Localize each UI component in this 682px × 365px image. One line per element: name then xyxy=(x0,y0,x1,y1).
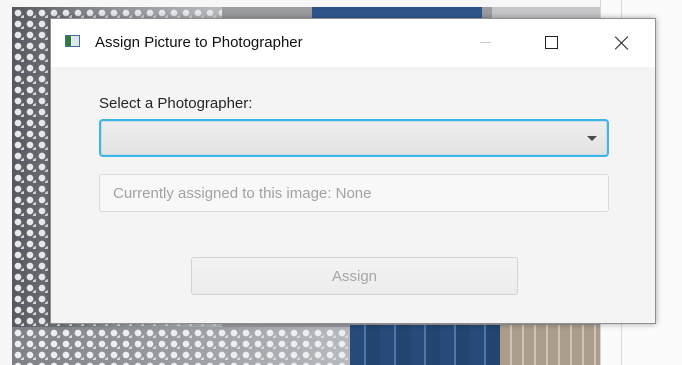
desktop: Assign Picture to Photographer Select a … xyxy=(0,0,682,365)
assign-dialog: Assign Picture to Photographer Select a … xyxy=(50,18,656,324)
window-title: Assign Picture to Photographer xyxy=(95,34,303,51)
background-glass-building xyxy=(350,325,500,365)
close-button[interactable] xyxy=(599,19,645,67)
title-bar[interactable]: Assign Picture to Photographer xyxy=(51,19,655,67)
current-assignment-text: Currently assigned to this image: None xyxy=(113,185,372,202)
close-icon xyxy=(615,36,629,50)
assign-button[interactable]: Assign xyxy=(191,257,518,295)
current-assignment-field: Currently assigned to this image: None xyxy=(99,174,609,212)
chevron-down-icon xyxy=(587,136,597,141)
select-photographer-label: Select a Photographer: xyxy=(99,95,253,112)
minimize-icon xyxy=(480,42,491,43)
background-hex-facade-bottom xyxy=(12,327,352,365)
app-window-icon xyxy=(65,35,80,47)
maximize-button[interactable] xyxy=(529,19,575,67)
minimize-button[interactable] xyxy=(463,19,509,67)
background-building xyxy=(500,325,600,365)
photographer-select[interactable] xyxy=(99,119,609,157)
maximize-icon xyxy=(545,36,558,49)
